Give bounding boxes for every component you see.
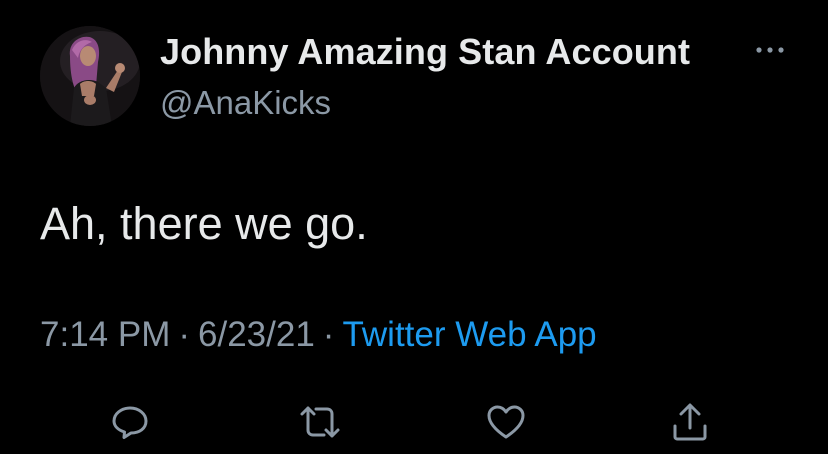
more-options-icon[interactable] bbox=[753, 40, 787, 60]
avatar[interactable] bbox=[40, 26, 140, 126]
user-handle[interactable]: @AnaKicks bbox=[160, 84, 331, 122]
tweet-metadata: 7:14 PM · 6/23/21 · Twitter Web App bbox=[40, 315, 597, 355]
tweet-detail: Johnny Amazing Stan Account @AnaKicks Ah… bbox=[0, 0, 828, 454]
meta-separator: · bbox=[322, 315, 335, 354]
reply-icon[interactable] bbox=[108, 400, 152, 444]
tweet-text: Ah, there we go. bbox=[40, 198, 368, 249]
tweet-time[interactable]: 7:14 PM bbox=[40, 315, 170, 354]
profile-photo-icon bbox=[40, 26, 140, 126]
tweet-action-bar bbox=[0, 396, 828, 446]
meta-separator: · bbox=[178, 315, 191, 354]
display-name[interactable]: Johnny Amazing Stan Account bbox=[160, 31, 690, 73]
retweet-icon[interactable] bbox=[298, 400, 342, 444]
share-icon[interactable] bbox=[668, 400, 712, 444]
tweet-date[interactable]: 6/23/21 bbox=[198, 315, 315, 354]
like-icon[interactable] bbox=[484, 400, 528, 444]
tweet-source-link[interactable]: Twitter Web App bbox=[342, 315, 596, 354]
